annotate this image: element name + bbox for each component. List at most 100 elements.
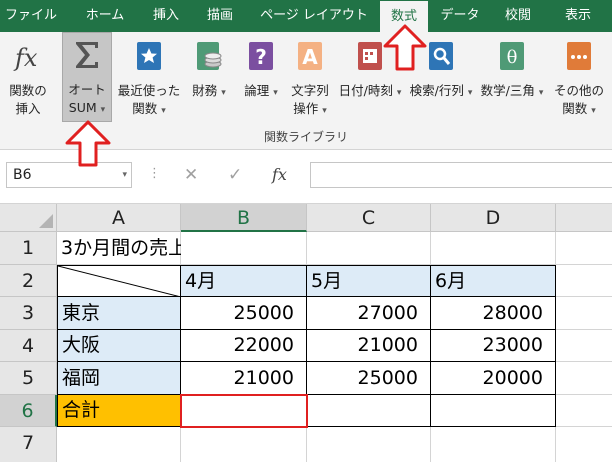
svg-text:A: A <box>302 45 318 69</box>
column-header-e[interactable] <box>556 204 612 232</box>
diagonal-border <box>58 266 181 297</box>
sigma-autosum-icon <box>76 42 98 68</box>
recently-used-label-2: 関数 <box>132 101 158 116</box>
more-functions-icon <box>567 42 591 70</box>
math-trig-label: 数学/三角 <box>480 83 535 98</box>
theta-math-icon: θ <box>500 42 524 70</box>
cell-d6[interactable] <box>431 395 556 427</box>
column-header-a[interactable]: A <box>57 204 181 232</box>
svg-text:fx: fx <box>13 44 38 72</box>
cell-b5[interactable]: 21000 <box>181 362 307 395</box>
coins-finance-icon <box>197 42 222 70</box>
financial-button[interactable]: 財務 ▾ <box>188 32 230 130</box>
cancel-icon[interactable]: ✕ <box>184 162 198 188</box>
chevron-down-icon: ▾ <box>221 88 226 98</box>
cell-b3[interactable]: 25000 <box>181 297 307 330</box>
cell-c4[interactable]: 21000 <box>307 330 431 362</box>
chevron-down-icon: ▾ <box>591 106 596 116</box>
column-header-d[interactable]: D <box>431 204 556 232</box>
tab-view[interactable]: 表示 <box>554 0 602 32</box>
cell-e1[interactable] <box>556 232 612 265</box>
cell-c3[interactable]: 27000 <box>307 297 431 330</box>
text-a-icon: A <box>298 42 322 70</box>
more-functions-button[interactable]: その他の 関数 ▾ <box>550 32 608 130</box>
cell-c5[interactable]: 25000 <box>307 362 431 395</box>
cell-a6[interactable]: 合計 <box>57 395 181 427</box>
tab-review[interactable]: 校閲 <box>494 0 542 32</box>
row-header-4[interactable]: 4 <box>0 330 57 362</box>
cell-b6[interactable] <box>181 395 307 427</box>
row-header-3[interactable]: 3 <box>0 297 57 330</box>
insert-function-button[interactable]: fx 関数の挿入 <box>4 32 52 130</box>
cell-b2[interactable]: 4月 <box>181 265 307 297</box>
row-header-7[interactable]: 7 <box>0 427 57 462</box>
recently-used-button[interactable]: 最近使った関数 ▾ <box>118 32 180 130</box>
autosum-label-2: SUM <box>68 100 97 115</box>
cell-a1[interactable]: 3か月間の売上 <box>57 232 187 265</box>
cell-e6[interactable] <box>556 395 612 427</box>
enter-check-icon[interactable]: ✓ <box>228 162 242 188</box>
calendar-clock-icon <box>358 42 382 70</box>
math-trig-button[interactable]: θ 数学/三角 ▾ <box>480 32 544 130</box>
row-header-2[interactable]: 2 <box>0 265 57 297</box>
text-label-1: 文字列 <box>291 83 329 98</box>
formula-input[interactable] <box>310 162 612 188</box>
cell-d1[interactable] <box>431 232 556 265</box>
row-header-6[interactable]: 6 <box>0 395 57 427</box>
tab-insert[interactable]: 挿入 <box>142 0 190 32</box>
svg-text:?: ? <box>255 45 267 69</box>
cell-e3[interactable] <box>556 297 612 330</box>
cell-e5[interactable] <box>556 362 612 395</box>
insert-function-label-1: 関数の <box>9 83 47 98</box>
autosum-button[interactable]: オート SUM ▾ <box>62 32 112 122</box>
tab-data[interactable]: データ <box>436 0 484 32</box>
tab-page-layout[interactable]: ページ レイアウト <box>252 0 376 32</box>
insert-function-icon[interactable]: fx <box>272 162 287 188</box>
tab-file[interactable]: ファイル <box>0 0 62 32</box>
column-header-b[interactable]: B <box>181 204 307 232</box>
arrow-up-annotation-icon <box>383 24 427 71</box>
tab-home[interactable]: ホーム <box>74 0 136 32</box>
chevron-down-icon: ▾ <box>100 105 106 115</box>
chevron-down-icon[interactable]: ▾ <box>122 163 127 187</box>
cell-d4[interactable]: 23000 <box>431 330 556 362</box>
date-time-label: 日付/時刻 <box>338 83 393 98</box>
recently-used-label-1: 最近使った <box>117 83 181 98</box>
cell-c6[interactable] <box>307 395 431 427</box>
text-label-2: 操作 <box>293 101 319 116</box>
chevron-down-icon: ▾ <box>161 106 166 116</box>
cell-c7[interactable] <box>307 427 431 462</box>
cell-d5[interactable]: 20000 <box>431 362 556 395</box>
cell-a2[interactable] <box>57 265 181 297</box>
cell-c1[interactable] <box>307 232 431 265</box>
cell-e2[interactable] <box>556 265 612 297</box>
financial-label: 財務 <box>192 83 218 98</box>
cell-b7[interactable] <box>181 427 307 462</box>
cell-d3[interactable]: 28000 <box>431 297 556 330</box>
cell-a5[interactable]: 福岡 <box>57 362 181 395</box>
arrow-up-annotation-icon <box>65 120 111 167</box>
select-all-button[interactable] <box>0 204 57 232</box>
cell-a3[interactable]: 東京 <box>57 297 181 330</box>
cell-d2[interactable]: 6月 <box>431 265 556 297</box>
worksheet: A B C D 1 2 3 4 5 6 7 3か月間の売上 4月 5月 6月 東… <box>0 204 612 462</box>
cell-a4[interactable]: 大阪 <box>57 330 181 362</box>
tab-draw[interactable]: 描画 <box>196 0 244 32</box>
svg-text:θ: θ <box>507 47 518 68</box>
cell-b4[interactable]: 22000 <box>181 330 307 362</box>
drag-handle-icon[interactable]: ⋮ <box>148 166 161 181</box>
cell-a7[interactable] <box>57 427 181 462</box>
cell-c2[interactable]: 5月 <box>307 265 431 297</box>
row-header-5[interactable]: 5 <box>0 362 57 395</box>
text-button[interactable]: A 文字列 操作 ▾ <box>288 32 332 130</box>
cell-d7[interactable] <box>431 427 556 462</box>
question-logical-icon: ? <box>249 42 273 70</box>
autosum-label-1: オート <box>68 82 106 97</box>
cell-b1[interactable] <box>181 232 307 265</box>
row-header-1[interactable]: 1 <box>0 232 57 265</box>
insert-function-label-2: 挿入 <box>15 101 41 116</box>
cell-e7[interactable] <box>556 427 612 462</box>
column-header-c[interactable]: C <box>307 204 431 232</box>
logical-button[interactable]: ? 論理 ▾ <box>240 32 282 130</box>
cell-e4[interactable] <box>556 330 612 362</box>
